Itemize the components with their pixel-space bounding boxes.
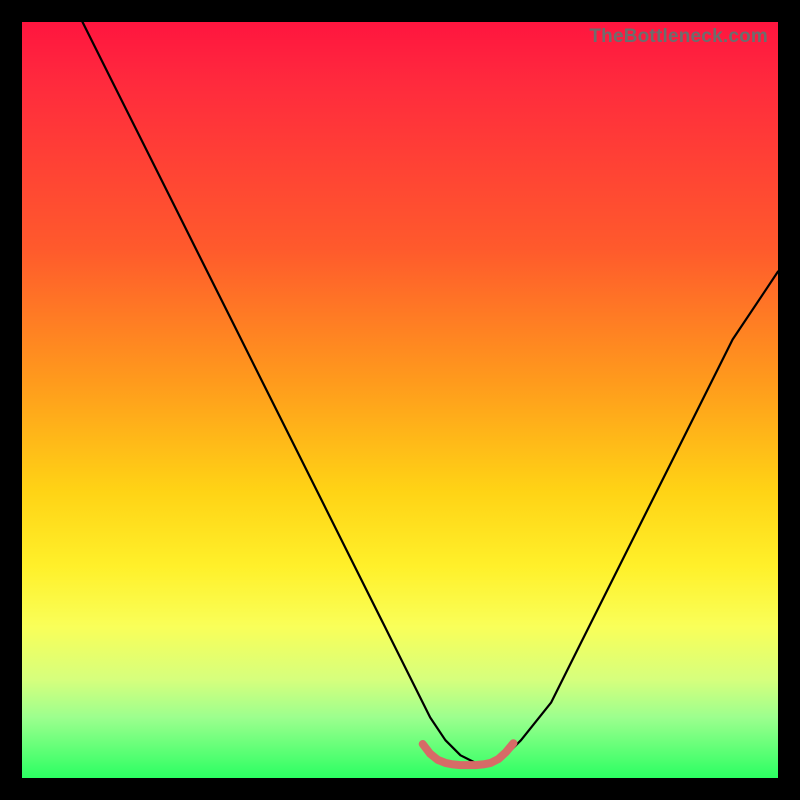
bottleneck-curve [83,22,779,763]
chart-frame: TheBottleneck.com [0,0,800,800]
floor-marker [423,743,514,765]
curve-layer [22,22,778,778]
plot-area: TheBottleneck.com [22,22,778,778]
